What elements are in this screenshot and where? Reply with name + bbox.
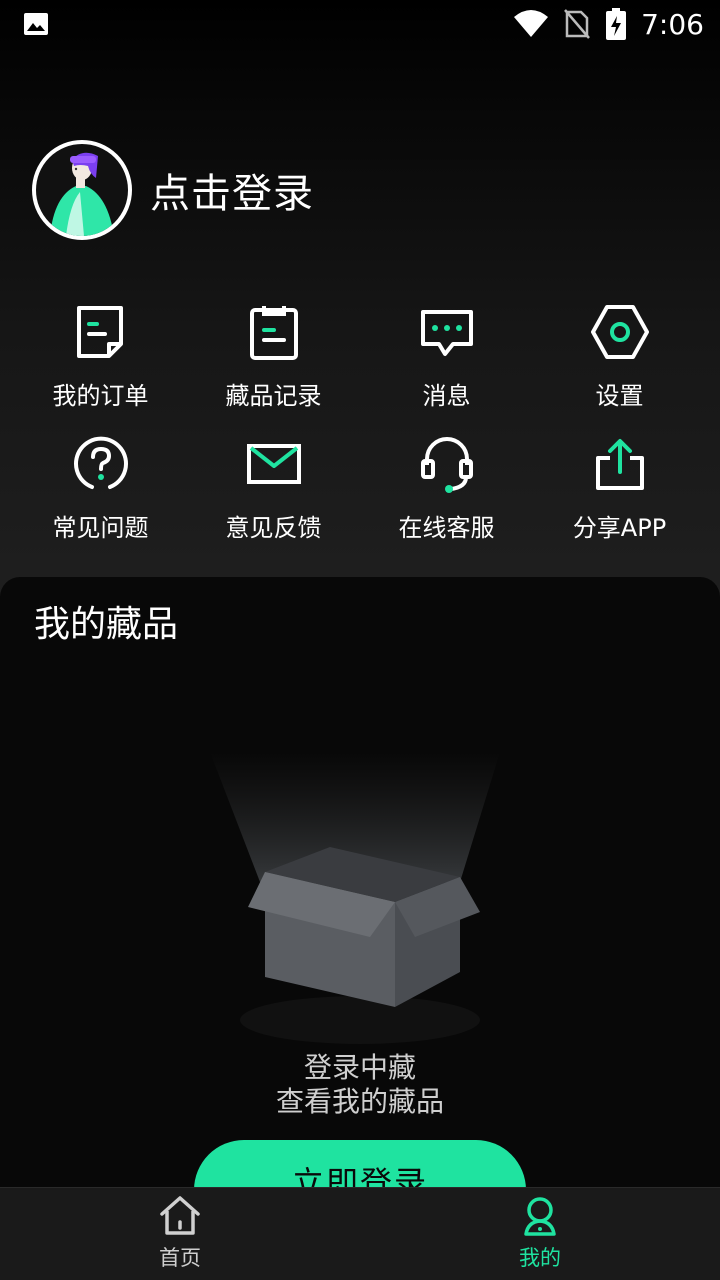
- menu-label: 消息: [422, 382, 471, 410]
- bottom-nav: 首页 我的: [0, 1187, 720, 1280]
- menu-grid: 我的订单 藏品记录 消息 设置 常见问题 意见反馈 在线客服 分享APP: [0, 300, 720, 564]
- menu-item-settings[interactable]: 设置: [533, 300, 706, 432]
- menu-item-feedback[interactable]: 意见反馈: [187, 432, 360, 564]
- menu-label: 我的订单: [52, 382, 149, 410]
- empty-state-text: 登录中藏 查看我的藏品: [0, 1051, 720, 1119]
- menu-item-faq[interactable]: 常见问题: [14, 432, 187, 564]
- battery-charging-icon: [606, 8, 627, 40]
- menu-label: 在线客服: [398, 514, 495, 542]
- profile-section[interactable]: 点击登录: [32, 140, 314, 240]
- nav-label-home: 首页: [159, 1246, 201, 1270]
- profile-icon: [524, 1197, 556, 1236]
- order-icon: [76, 306, 123, 358]
- menu-label: 设置: [595, 382, 644, 410]
- nav-item-home[interactable]: 首页: [0, 1188, 360, 1280]
- avatar-illustration-icon: [50, 152, 114, 236]
- collection-panel: 我的藏品 登录中藏 查看我的藏品 立即登录: [0, 577, 720, 1280]
- avatar[interactable]: [32, 140, 132, 240]
- status-bar: 7:06: [0, 0, 720, 48]
- menu-label: 藏品记录: [225, 382, 322, 410]
- collection-title: 我的藏品: [34, 604, 179, 645]
- home-icon: [160, 1196, 200, 1235]
- nav-item-profile[interactable]: 我的: [360, 1188, 720, 1280]
- wifi-icon: [514, 10, 549, 37]
- menu-item-messages[interactable]: 消息: [360, 300, 533, 432]
- headset-icon: [420, 437, 473, 493]
- menu-item-orders[interactable]: 我的订单: [14, 300, 187, 432]
- login-prompt[interactable]: 点击登录: [150, 161, 314, 219]
- menu-item-collection-records[interactable]: 藏品记录: [187, 300, 360, 432]
- menu-label: 意见反馈: [225, 514, 322, 542]
- help-icon: [73, 436, 128, 489]
- share-icon: [595, 439, 644, 490]
- menu-label: 常见问题: [52, 514, 149, 542]
- empty-line-2: 查看我的藏品: [275, 1085, 444, 1118]
- no-sim-icon: [564, 9, 591, 39]
- empty-box-illustration: [210, 752, 500, 1044]
- status-time: 7:06: [641, 7, 704, 41]
- settings-icon: [590, 305, 649, 359]
- menu-label: 分享APP: [572, 514, 667, 542]
- nav-label-profile: 我的: [519, 1246, 561, 1270]
- menu-item-customer-service[interactable]: 在线客服: [360, 432, 533, 564]
- mail-icon: [246, 444, 301, 484]
- empty-line-1: 登录中藏: [303, 1051, 416, 1084]
- menu-item-share[interactable]: 分享APP: [533, 432, 706, 564]
- clipboard-icon: [249, 306, 298, 360]
- message-icon: [420, 310, 473, 356]
- image-icon: [24, 13, 48, 35]
